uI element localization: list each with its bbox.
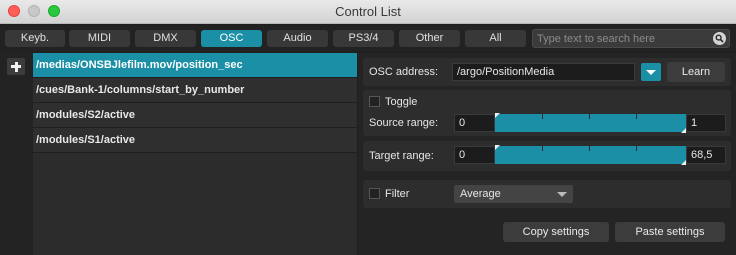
tab-keyboard[interactable]: Keyb. xyxy=(5,30,65,47)
list-item[interactable]: /medias/ONSBJlefilm.mov/position_sec xyxy=(33,53,357,78)
source-min-handle[interactable] xyxy=(495,113,500,118)
filter-mode-value: Average xyxy=(460,188,501,200)
search-icon[interactable] xyxy=(713,32,726,45)
tab-midi[interactable]: MIDI xyxy=(69,30,130,47)
list-item[interactable]: /cues/Bank-1/columns/start_by_number xyxy=(33,78,357,103)
list-item[interactable]: /modules/S1/active xyxy=(33,128,357,153)
paste-settings-button[interactable]: Paste settings xyxy=(615,222,725,242)
target-min-field[interactable]: 0 xyxy=(454,146,495,164)
learn-button[interactable]: Learn xyxy=(667,62,725,82)
target-range-label: Target range: xyxy=(369,150,434,162)
filter-checkbox[interactable] xyxy=(369,188,380,199)
chevron-down-icon xyxy=(557,192,567,197)
tab-all[interactable]: All xyxy=(465,30,526,47)
filter-label: Filter xyxy=(385,188,410,200)
osc-address-dropdown-button[interactable] xyxy=(641,63,661,81)
target-range-slider[interactable] xyxy=(495,145,686,165)
source-min-field[interactable]: 0 xyxy=(454,114,495,132)
left-gutter xyxy=(0,52,33,255)
tab-ps34[interactable]: PS3/4 xyxy=(333,30,394,47)
tab-bar: Keyb. MIDI DMX OSC Audio PS3/4 Other All xyxy=(0,25,736,52)
window-title: Control List xyxy=(335,4,401,19)
osc-address-label: OSC address: xyxy=(369,66,439,78)
toggle-label: Toggle xyxy=(385,96,418,108)
toggle-checkbox[interactable] xyxy=(369,96,380,107)
source-range-label: Source range: xyxy=(369,117,439,129)
plus-icon[interactable] xyxy=(7,58,25,75)
search-input[interactable] xyxy=(537,32,707,46)
tab-dmx[interactable]: DMX xyxy=(135,30,196,47)
search-box xyxy=(532,29,730,48)
tab-audio[interactable]: Audio xyxy=(267,30,328,47)
target-min-handle[interactable] xyxy=(495,145,500,150)
copy-settings-button[interactable]: Copy settings xyxy=(503,222,609,242)
title-bar: Control List xyxy=(0,0,736,24)
filter-mode-select[interactable]: Average xyxy=(454,185,573,203)
tab-other[interactable]: Other xyxy=(399,30,460,47)
control-list: /medias/ONSBJlefilm.mov/position_sec /cu… xyxy=(33,53,357,255)
source-range-slider[interactable] xyxy=(495,113,686,133)
source-max-field[interactable]: 1 xyxy=(686,114,726,132)
list-item[interactable]: /modules/S2/active xyxy=(33,103,357,128)
osc-address-field[interactable]: /argo/PositionMedia xyxy=(452,63,635,81)
target-max-field[interactable]: 68,5 xyxy=(686,146,726,164)
tab-osc[interactable]: OSC xyxy=(201,30,262,47)
